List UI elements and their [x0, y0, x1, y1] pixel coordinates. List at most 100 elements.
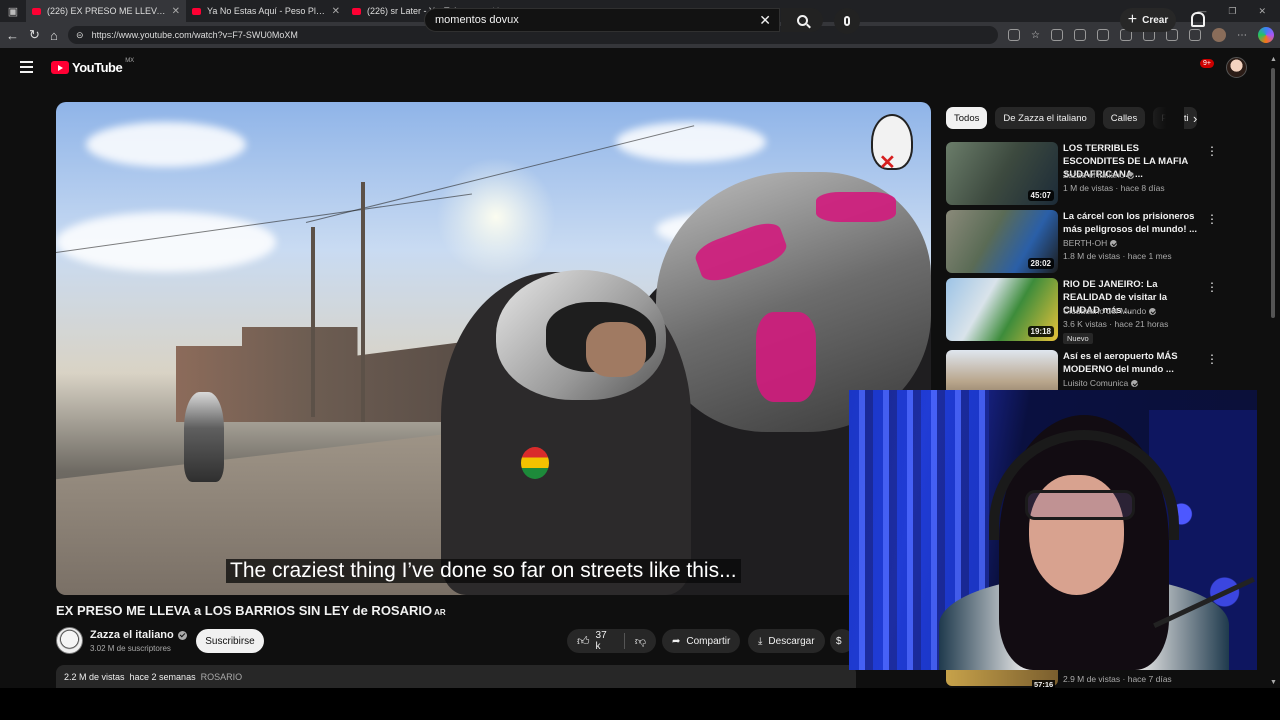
voice-search-button[interactable] [834, 8, 860, 34]
youtube-play-icon [51, 61, 69, 74]
close-window-icon[interactable]: ✕ [1258, 6, 1266, 17]
more-options-icon[interactable]: ⋮ [1206, 352, 1218, 366]
chip-todos[interactable]: Todos [946, 107, 988, 129]
extension-icon[interactable] [1074, 29, 1086, 41]
recommendation-channel[interactable]: Ciudadano del Mundo [1063, 306, 1157, 316]
search-button[interactable] [781, 8, 823, 32]
scroll-down-icon[interactable]: ▼ [1270, 679, 1277, 686]
cloud [616, 122, 766, 162]
extension-icon[interactable] [1008, 29, 1021, 41]
browser-tab-2[interactable]: Ya No Estas Aquí - Peso Pluma, F ✕ [186, 0, 346, 22]
verified-icon [1110, 239, 1118, 247]
recommendation-title[interactable]: Así es el aeropuerto MÁS MODERNO del mun… [1063, 350, 1198, 376]
more-options-icon[interactable]: ⋮ [1206, 144, 1218, 158]
channel-name-text: Zazza el italiano [90, 629, 174, 641]
scroll-up-icon[interactable]: ▲ [1270, 56, 1277, 63]
clear-search-icon[interactable]: ✕ [759, 12, 771, 29]
browser-tab-1[interactable]: (226) EX PRESO ME LLEVA a LOS ✕ [26, 0, 186, 22]
utility-pole [311, 227, 315, 417]
youtube-logo[interactable]: YouTube MX [51, 57, 135, 75]
helmet-pattern [756, 312, 816, 402]
recommendation-channel[interactable]: Zazza el italiano [1063, 170, 1135, 180]
notification-badge: 9+ [1200, 59, 1214, 68]
verified-icon [1149, 307, 1157, 315]
recommendation-item[interactable]: 19:18 RIO DE JANEIRO: La REALIDAD de vis… [946, 278, 1266, 344]
chevron-right-icon[interactable]: › [1193, 111, 1197, 126]
back-icon[interactable]: ← [6, 28, 19, 43]
recommendation-meta: 1.8 M de vistas · hace 1 mes [1063, 251, 1172, 261]
channel-text: Zazza el italiano [1063, 170, 1125, 180]
description-box[interactable]: 2.2 M de vistas hace 2 semanas ROSARIO [56, 665, 856, 689]
reload-icon[interactable]: ↻ [29, 27, 40, 43]
recommendation-channel[interactable]: BERTH-OH [1063, 238, 1118, 248]
extension-icon[interactable] [1189, 29, 1201, 41]
window-controls: — ❐ ✕ [1197, 6, 1280, 17]
microphone-icon [844, 16, 850, 26]
more-options-icon[interactable]: ⋮ [1206, 212, 1218, 226]
channel-text: BERTH-OH [1063, 238, 1108, 248]
hashtag[interactable]: ROSARIO [201, 672, 243, 682]
video-player[interactable]: ✕ [56, 102, 931, 595]
chip-channel[interactable]: De Zazza el italiano [995, 107, 1095, 129]
channel-avatar[interactable] [56, 627, 83, 654]
chip-calles[interactable]: Calles [1102, 107, 1146, 129]
menu-icon[interactable] [20, 61, 33, 76]
site-info-icon[interactable]: ⊝ [76, 30, 84, 41]
subscriber-count: 3.02 M de suscriptores [90, 644, 171, 653]
youtube-favicon-icon [352, 7, 361, 15]
notifications-bell-icon[interactable] [1190, 12, 1205, 27]
profile-avatar[interactable] [1212, 28, 1226, 42]
recommendation-title[interactable]: La cárcel con los prisioneros más peligr… [1063, 210, 1198, 236]
motorcycle-rider [184, 392, 224, 482]
duration-badge: 19:18 [1027, 326, 1054, 337]
plus-icon: + [1127, 11, 1138, 28]
search-input[interactable]: momentos dovux ✕ [424, 8, 780, 32]
search-icon [796, 14, 808, 26]
recommendation-meta: 1 M de vistas · hace 8 días [1063, 183, 1165, 193]
youtube-header: YouTube MX [0, 48, 1280, 88]
video-subtitle: The craziest thing I’ve done so far on s… [226, 559, 741, 583]
page-scrollbar[interactable]: ▲ ▼ [1270, 56, 1277, 686]
url-text: https://www.youtube.com/watch?v=F7-SWU0M… [91, 30, 298, 40]
thumbs-down-icon: 👎︎ [634, 635, 646, 648]
extension-icon[interactable] [1051, 29, 1063, 41]
view-count: 2.2 M de vistas [64, 672, 125, 682]
new-badge: Nuevo [1063, 333, 1093, 344]
country-code: MX [125, 57, 135, 64]
channel-text: Ciudadano del Mundo [1063, 306, 1147, 316]
favorite-star-icon[interactable]: ☆ [1031, 30, 1040, 41]
like-dislike-group: 👍︎ 37 k 👎︎ [567, 629, 656, 653]
tab-actions-icon[interactable]: ▣ [0, 0, 26, 22]
download-button[interactable]: ⤓ Descargar [748, 629, 825, 653]
video-thumbnail[interactable]: 28:02 [946, 210, 1058, 273]
account-avatar[interactable] [1226, 57, 1247, 78]
channel-name[interactable]: Zazza el italiano [90, 629, 187, 641]
more-menu-icon[interactable]: ⋯ [1237, 30, 1247, 41]
share-label: Compartir [686, 635, 731, 647]
dislike-button[interactable]: 👎︎ [625, 635, 656, 648]
recommendation-channel[interactable]: Luisito Comunica [1063, 378, 1139, 388]
scrollbar-thumb[interactable] [1271, 68, 1275, 318]
webcam-overlay [849, 390, 1257, 670]
recommendation-item[interactable]: 45:07 LOS TERRIBLES ESCONDITES DE LA MAF… [946, 142, 1266, 206]
create-button[interactable]: + Crear [1120, 8, 1176, 32]
close-icon[interactable]: ✕ [332, 6, 340, 17]
cloud [86, 122, 246, 167]
extension-icon[interactable] [1097, 29, 1109, 41]
download-icon: ⤓ [758, 635, 763, 647]
video-thumbnail[interactable]: 45:07 [946, 142, 1058, 205]
copilot-icon[interactable] [1258, 27, 1274, 43]
youtube-favicon-icon [192, 7, 201, 15]
subscribe-button[interactable]: Suscribirse [196, 629, 264, 653]
tab-label: Ya No Estas Aquí - Peso Pluma, F [207, 6, 326, 16]
share-button[interactable]: ➦ Compartir [662, 629, 741, 653]
home-icon[interactable]: ⌂ [50, 28, 58, 43]
recommendation-item[interactable]: 28:02 La cárcel con los prisioneros más … [946, 210, 1266, 274]
close-icon[interactable]: ✕ [172, 6, 180, 17]
restore-icon[interactable]: ❐ [1228, 6, 1236, 17]
like-button[interactable]: 👍︎ 37 k [567, 630, 625, 652]
share-icon: ➦ [672, 635, 681, 647]
more-options-icon[interactable]: ⋮ [1206, 280, 1218, 294]
video-thumbnail[interactable]: 19:18 [946, 278, 1058, 341]
taskbar-area [0, 688, 1280, 720]
